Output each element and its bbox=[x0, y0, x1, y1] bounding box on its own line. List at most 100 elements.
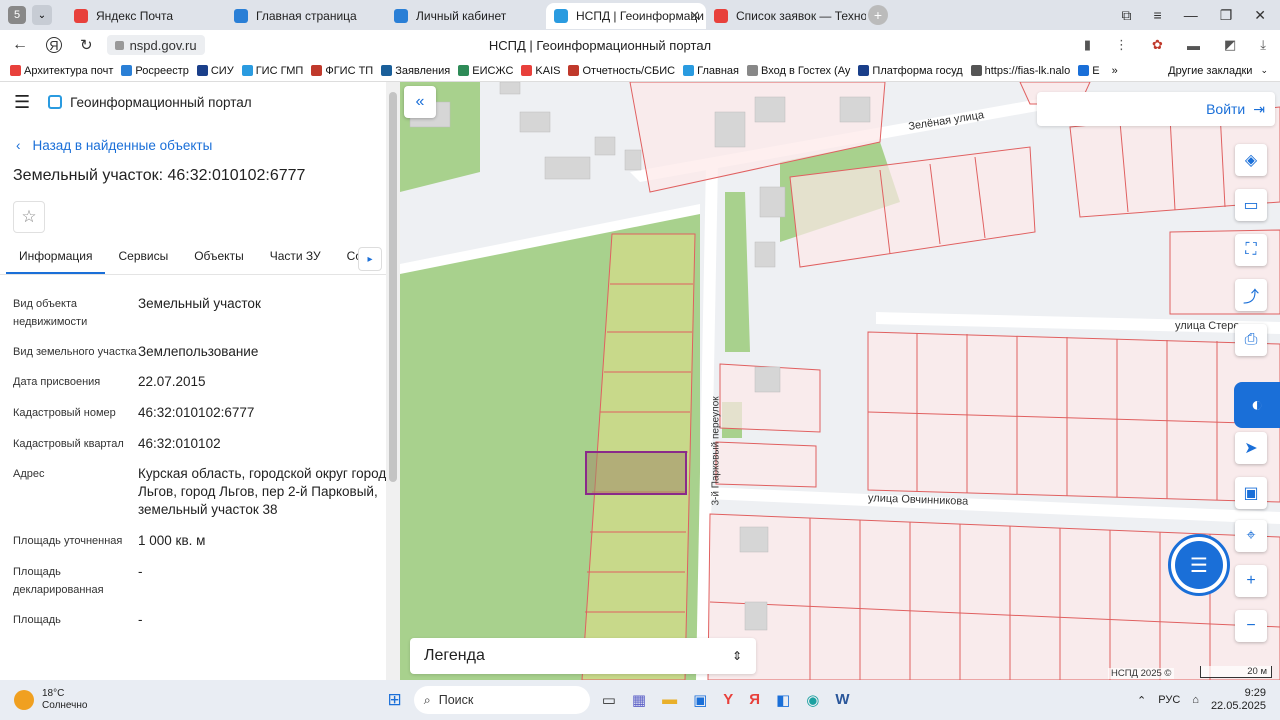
login-button[interactable]: Войти ⇥ bbox=[1037, 92, 1275, 126]
menu-icon[interactable]: ≡ bbox=[1154, 7, 1162, 23]
profile-icon[interactable]: 5 bbox=[8, 6, 26, 24]
task-view-icon[interactable]: ▭ bbox=[602, 691, 616, 709]
bookmark-item[interactable]: Главная bbox=[683, 65, 739, 77]
bookmark-item[interactable]: Архитектура почт bbox=[10, 65, 113, 77]
bookmark-item[interactable]: ФГИС ТП bbox=[311, 65, 373, 77]
word-icon[interactable]: W bbox=[835, 691, 849, 709]
back-icon[interactable]: ← bbox=[12, 36, 28, 54]
hamburger-icon[interactable]: ☰ bbox=[14, 92, 30, 113]
close-window-button[interactable]: ✕ bbox=[1254, 7, 1266, 24]
bookmark-item[interactable]: Отчетность/СБИС bbox=[568, 65, 675, 77]
minimize-button[interactable]: — bbox=[1184, 7, 1198, 23]
info-field: Дата присвоения 22.07.2015 bbox=[0, 373, 400, 391]
ruler-icon[interactable]: ▭ bbox=[1235, 189, 1267, 221]
ai-assistant-button[interactable]: ◐ bbox=[1234, 382, 1280, 428]
browser-tab[interactable]: Главная страница bbox=[226, 3, 386, 29]
browser-tab[interactable]: Личный кабинет bbox=[386, 3, 546, 29]
back-link[interactable]: ‹ Назад в найденные объекты bbox=[0, 138, 400, 153]
field-value: 46:32:010102 bbox=[138, 436, 221, 451]
url-field[interactable]: nspd.gov.ru bbox=[106, 35, 205, 55]
object-tab[interactable]: Части ЗУ bbox=[257, 249, 334, 274]
browser-tab[interactable]: НСПД | Геоинформаци ✕ bbox=[546, 3, 706, 29]
close-tab-icon[interactable]: ✕ bbox=[689, 8, 700, 24]
panel-scrollbar[interactable] bbox=[386, 82, 400, 680]
chat-button[interactable]: ☰ bbox=[1168, 534, 1230, 596]
object-tab[interactable]: Сервисы bbox=[105, 249, 181, 274]
tray-chevron-icon[interactable]: ⌃ bbox=[1137, 694, 1146, 707]
new-tab-button[interactable]: + bbox=[868, 5, 888, 25]
teams-icon[interactable]: ▦ bbox=[632, 691, 646, 709]
start-icon[interactable]: ⊞ bbox=[387, 690, 401, 710]
bookmarks-overflow-icon[interactable]: » bbox=[1112, 65, 1118, 77]
other-bookmarks[interactable]: Другие закладки bbox=[1168, 65, 1252, 77]
map-view[interactable]: Зелёная улица улица Стере улица Овчинник… bbox=[400, 82, 1280, 680]
bookmark-item[interactable]: Заявления bbox=[381, 65, 450, 77]
extension-icon-3[interactable]: ◩ bbox=[1224, 37, 1236, 53]
outlook-icon[interactable]: ◧ bbox=[776, 691, 790, 709]
maximize-button[interactable]: ❐ bbox=[1220, 7, 1233, 24]
extension-icon-2[interactable]: ▬ bbox=[1187, 38, 1200, 53]
yandex-browser-icon[interactable]: Y bbox=[723, 691, 733, 709]
bookmark-item[interactable]: ЕИСЖС bbox=[458, 65, 513, 77]
legend-panel[interactable]: Легенда ⇕ bbox=[410, 638, 756, 674]
search-location-icon[interactable]: ⌖ bbox=[1235, 520, 1267, 552]
browser-tab[interactable]: Список заявок — ТехноК bbox=[706, 3, 866, 29]
chevron-down-icon[interactable]: ⌄ bbox=[1260, 65, 1268, 76]
collections-icon[interactable]: ⧉ bbox=[1122, 7, 1132, 24]
bookmark-favicon-icon bbox=[458, 65, 470, 76]
zoom-in-button[interactable]: + bbox=[1235, 565, 1267, 597]
bookmark-favicon-icon bbox=[196, 65, 208, 76]
object-tab[interactable]: Объекты bbox=[181, 249, 257, 274]
object-tab[interactable]: Информация bbox=[6, 249, 106, 274]
tabs-menu-icon[interactable]: ⌄ bbox=[32, 5, 52, 25]
print-icon[interactable]: ⎙ bbox=[1235, 324, 1267, 356]
field-label: Вид объекта недвижимости bbox=[13, 298, 88, 328]
field-value: Землепользование bbox=[138, 344, 259, 359]
share-icon[interactable]: ⤴ bbox=[1235, 279, 1267, 311]
object-title: Земельный участок: 46:32:010102:6777 bbox=[13, 167, 306, 184]
reload-icon[interactable]: ↻ bbox=[80, 36, 93, 54]
extension-icon[interactable]: ✿ bbox=[1152, 37, 1163, 53]
tab-favicon-icon bbox=[554, 9, 568, 23]
bookmark-item[interactable]: ГИС ГМП bbox=[241, 65, 303, 77]
language-indicator[interactable]: РУС bbox=[1158, 694, 1180, 706]
more-icon[interactable]: ⋮ bbox=[1115, 37, 1128, 53]
bookmark-icon[interactable]: ▮ bbox=[1084, 37, 1091, 53]
lock-icon bbox=[114, 40, 124, 50]
weather-widget[interactable]: 18°C Солнечно bbox=[14, 688, 87, 712]
download-icon[interactable]: ⤓ bbox=[1260, 37, 1266, 53]
info-field: Кадастровый номер 46:32:010102:6777 bbox=[0, 404, 400, 422]
bookmark-item[interactable]: СИУ bbox=[196, 65, 234, 77]
bookmark-item[interactable]: Вход в Гостех (Ау bbox=[747, 65, 850, 77]
portal-logo-icon bbox=[48, 95, 63, 109]
yandex-icon[interactable]: Я bbox=[46, 37, 62, 53]
zoom-out-button[interactable]: − bbox=[1235, 610, 1267, 642]
layers-icon[interactable]: ◈ bbox=[1235, 144, 1267, 176]
network-icon[interactable]: ⌂ bbox=[1192, 694, 1199, 706]
tabs-scroll-right-button[interactable]: ▸ bbox=[358, 247, 382, 271]
favorite-button[interactable]: ☆ bbox=[13, 201, 45, 233]
store-icon[interactable]: ▣ bbox=[693, 691, 707, 709]
street-label: 3-й Парковый переулок bbox=[710, 396, 722, 506]
minimap-icon[interactable]: ▣ bbox=[1235, 477, 1267, 509]
select-area-icon[interactable]: ⛶ bbox=[1235, 234, 1267, 266]
bookmark-item[interactable]: KAIS bbox=[521, 65, 560, 77]
info-field: Адрес Курская область, городской округ го… bbox=[0, 465, 400, 519]
object-tabs: ИнформацияСервисыОбъектыЧасти ЗУСоста ▸ bbox=[0, 241, 400, 275]
bookmark-item[interactable]: Платформа госуд bbox=[858, 65, 963, 77]
browser-tab[interactable]: Яндекс Почта bbox=[66, 3, 226, 29]
info-field: Площадь - bbox=[0, 611, 400, 629]
bookmark-item[interactable]: Е bbox=[1078, 65, 1100, 77]
collapse-panel-button[interactable]: « bbox=[404, 86, 436, 118]
geolocation-icon[interactable]: ➤ bbox=[1235, 432, 1267, 464]
taskbar-search-input[interactable]: ⌕ Поиск bbox=[413, 686, 590, 714]
bookmark-item[interactable]: https://fias-lk.nalo bbox=[970, 65, 1070, 77]
bookmark-favicon-icon bbox=[521, 65, 533, 76]
explorer-icon[interactable]: ▬ bbox=[662, 691, 677, 709]
bookmark-favicon-icon bbox=[121, 65, 133, 76]
bookmark-favicon-icon bbox=[241, 65, 253, 76]
yandex-icon[interactable]: Я bbox=[749, 691, 760, 709]
bookmark-item[interactable]: Росреестр bbox=[121, 65, 189, 77]
bookmark-favicon-icon bbox=[568, 65, 580, 76]
edge-icon[interactable]: ◉ bbox=[806, 691, 819, 709]
